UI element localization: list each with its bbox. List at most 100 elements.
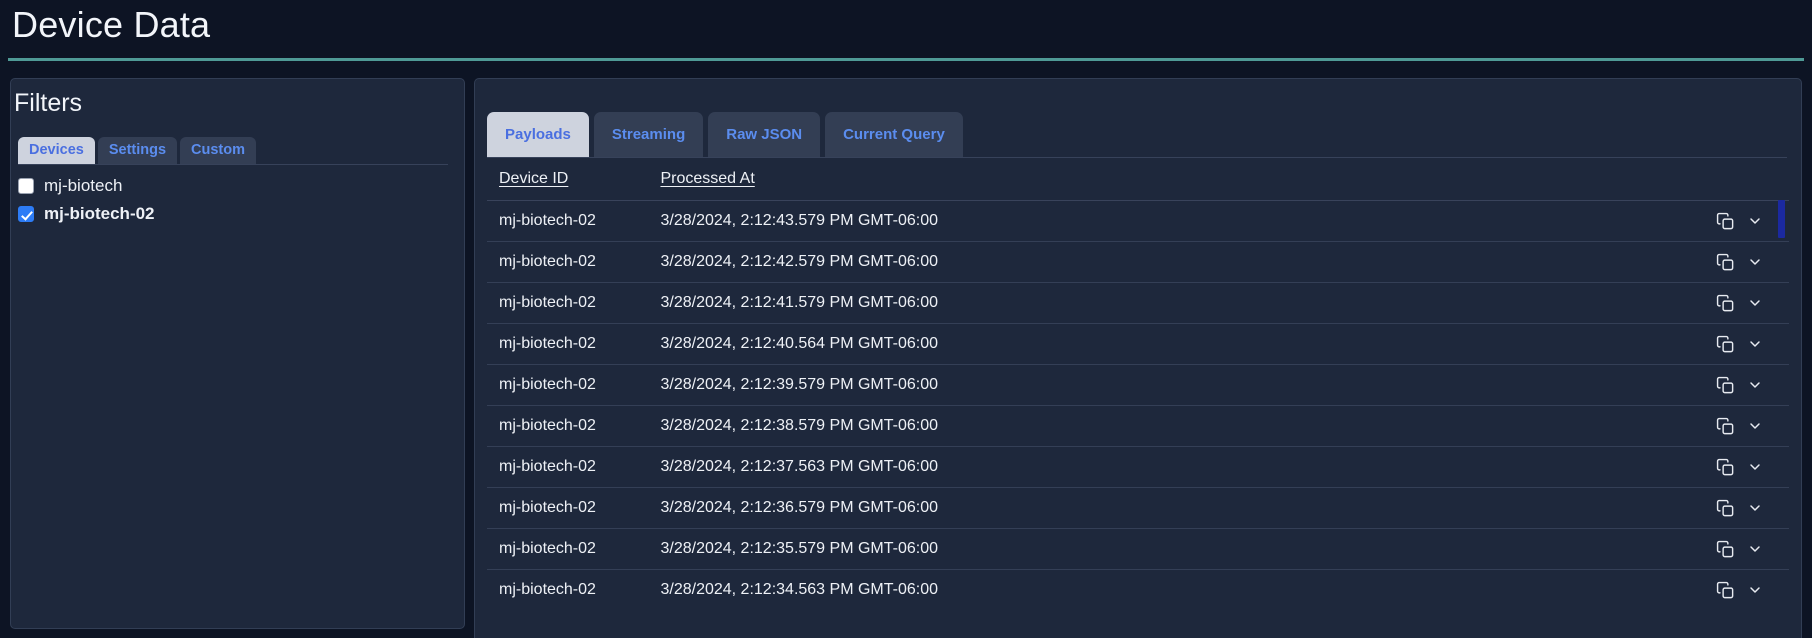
table-head: Device ID Processed At bbox=[487, 160, 1789, 201]
cell-row-actions bbox=[1556, 528, 1789, 570]
cell-processed-at: 3/28/2024, 2:12:43.579 PM GMT-06:00 bbox=[648, 200, 1557, 242]
cell-processed-at: 3/28/2024, 2:12:37.563 PM GMT-06:00 bbox=[648, 446, 1557, 488]
cell-row-actions bbox=[1556, 569, 1789, 600]
device-filter-checkbox[interactable] bbox=[18, 206, 34, 222]
cell-row-actions bbox=[1556, 405, 1789, 447]
chevron-down-icon[interactable] bbox=[1747, 336, 1763, 352]
row-actions bbox=[1569, 253, 1789, 272]
table-row[interactable]: mj-biotech-02 3/28/2024, 2:12:40.564 PM G… bbox=[487, 323, 1789, 365]
table-row[interactable]: mj-biotech-02 3/28/2024, 2:12:39.579 PM G… bbox=[487, 364, 1789, 406]
row-actions bbox=[1569, 581, 1789, 600]
cell-device-id: mj-biotech-02 bbox=[487, 200, 649, 242]
copy-icon[interactable] bbox=[1716, 417, 1735, 436]
cell-processed-at: 3/28/2024, 2:12:35.579 PM GMT-06:00 bbox=[648, 528, 1557, 570]
copy-icon[interactable] bbox=[1716, 294, 1735, 313]
cell-processed-at: 3/28/2024, 2:12:34.563 PM GMT-06:00 bbox=[648, 569, 1557, 600]
tab-settings[interactable]: Settings bbox=[97, 137, 178, 164]
table-row[interactable]: mj-biotech-02 3/28/2024, 2:12:41.579 PM G… bbox=[487, 282, 1789, 324]
column-header-device-id: Device ID bbox=[487, 160, 648, 201]
row-actions bbox=[1569, 376, 1789, 395]
cell-row-actions bbox=[1556, 282, 1789, 324]
tab-devices[interactable]: Devices bbox=[18, 137, 95, 164]
table-header-row: Device ID Processed At bbox=[487, 160, 1789, 201]
cell-row-actions bbox=[1556, 323, 1789, 365]
cell-device-id: mj-biotech-02 bbox=[487, 487, 649, 529]
page-header: Device Data bbox=[0, 0, 1812, 62]
row-actions bbox=[1569, 417, 1789, 436]
chevron-down-icon[interactable] bbox=[1747, 295, 1763, 311]
cell-device-id: mj-biotech-02 bbox=[487, 323, 649, 365]
copy-icon[interactable] bbox=[1716, 212, 1735, 231]
table-row[interactable]: mj-biotech-02 3/28/2024, 2:12:37.563 PM G… bbox=[487, 446, 1789, 488]
header-accent-rule bbox=[8, 58, 1804, 61]
tab-streaming[interactable]: Streaming bbox=[593, 112, 704, 157]
row-actions bbox=[1569, 458, 1789, 477]
tab-payloads[interactable]: Payloads bbox=[487, 112, 589, 157]
cell-processed-at: 3/28/2024, 2:12:39.579 PM GMT-06:00 bbox=[648, 364, 1557, 406]
cell-device-id: mj-biotech-02 bbox=[487, 446, 649, 488]
row-actions bbox=[1569, 540, 1789, 559]
cell-row-actions bbox=[1556, 200, 1789, 242]
tab-custom[interactable]: Custom bbox=[180, 137, 257, 164]
cell-row-actions bbox=[1556, 446, 1789, 488]
column-header-processed-at: Processed At bbox=[648, 160, 1556, 201]
sort-by-processed-at[interactable]: Processed At bbox=[660, 170, 754, 187]
cell-processed-at: 3/28/2024, 2:12:36.579 PM GMT-06:00 bbox=[648, 487, 1557, 529]
cell-row-actions bbox=[1556, 364, 1789, 406]
device-filter-list: mj-biotech mj-biotech-02 bbox=[18, 172, 438, 228]
device-filter-checkbox[interactable] bbox=[18, 178, 34, 194]
table-scrollbar-thumb[interactable] bbox=[1778, 200, 1785, 238]
table-body: mj-biotech-02 3/28/2024, 2:12:43.579 PM G… bbox=[487, 200, 1789, 600]
cell-device-id: mj-biotech-02 bbox=[487, 241, 649, 283]
copy-icon[interactable] bbox=[1716, 458, 1735, 477]
table-row[interactable]: mj-biotech-02 3/28/2024, 2:12:34.563 PM G… bbox=[487, 569, 1789, 600]
filters-tabstrip: Devices Settings Custom bbox=[18, 133, 448, 165]
data-panel-tabstrip: Payloads Streaming Raw JSON Current Query bbox=[487, 108, 1787, 158]
chevron-down-icon[interactable] bbox=[1747, 418, 1763, 434]
column-header-actions bbox=[1557, 160, 1789, 201]
table-row[interactable]: mj-biotech-02 3/28/2024, 2:12:36.579 PM G… bbox=[487, 487, 1789, 529]
copy-icon[interactable] bbox=[1716, 581, 1735, 600]
table-row[interactable]: mj-biotech-02 3/28/2024, 2:12:42.579 PM G… bbox=[487, 241, 1789, 283]
cell-device-id: mj-biotech-02 bbox=[487, 528, 649, 570]
chevron-down-icon[interactable] bbox=[1747, 377, 1763, 393]
chevron-down-icon[interactable] bbox=[1747, 459, 1763, 475]
chevron-down-icon[interactable] bbox=[1747, 213, 1763, 229]
device-filter-item[interactable]: mj-biotech bbox=[18, 172, 438, 200]
cell-row-actions bbox=[1556, 487, 1789, 529]
payload-table-container: Device ID Processed At mj-biotech-02 3/28… bbox=[487, 160, 1789, 600]
copy-icon[interactable] bbox=[1716, 540, 1735, 559]
cell-processed-at: 3/28/2024, 2:12:38.579 PM GMT-06:00 bbox=[648, 405, 1557, 447]
copy-icon[interactable] bbox=[1716, 335, 1735, 354]
device-filter-label: mj-biotech bbox=[44, 176, 123, 195]
cell-processed-at: 3/28/2024, 2:12:40.564 PM GMT-06:00 bbox=[648, 323, 1557, 365]
cell-device-id: mj-biotech-02 bbox=[487, 364, 649, 406]
copy-icon[interactable] bbox=[1716, 499, 1735, 518]
cell-device-id: mj-biotech-02 bbox=[487, 569, 649, 600]
row-actions bbox=[1569, 294, 1789, 313]
chevron-down-icon[interactable] bbox=[1747, 541, 1763, 557]
row-actions bbox=[1569, 499, 1789, 518]
cell-device-id: mj-biotech-02 bbox=[487, 282, 649, 324]
page-title: Device Data bbox=[12, 4, 211, 45]
tab-raw-json[interactable]: Raw JSON bbox=[708, 112, 821, 157]
filters-heading: Filters bbox=[14, 89, 83, 117]
copy-icon[interactable] bbox=[1716, 253, 1735, 272]
row-actions bbox=[1569, 335, 1789, 354]
chevron-down-icon[interactable] bbox=[1747, 254, 1763, 270]
sort-by-device-id[interactable]: Device ID bbox=[499, 170, 568, 187]
tab-current-query[interactable]: Current Query bbox=[825, 112, 963, 157]
cell-device-id: mj-biotech-02 bbox=[487, 405, 649, 447]
payload-table: Device ID Processed At mj-biotech-02 3/28… bbox=[487, 160, 1789, 600]
table-scrollbar-track[interactable] bbox=[1788, 178, 1802, 638]
cell-processed-at: 3/28/2024, 2:12:41.579 PM GMT-06:00 bbox=[648, 282, 1557, 324]
copy-icon[interactable] bbox=[1716, 376, 1735, 395]
device-filter-item[interactable]: mj-biotech-02 bbox=[18, 200, 438, 228]
table-row[interactable]: mj-biotech-02 3/28/2024, 2:12:38.579 PM G… bbox=[487, 405, 1789, 447]
cell-processed-at: 3/28/2024, 2:12:42.579 PM GMT-06:00 bbox=[648, 241, 1557, 283]
cell-row-actions bbox=[1556, 241, 1789, 283]
chevron-down-icon[interactable] bbox=[1747, 500, 1763, 516]
table-row[interactable]: mj-biotech-02 3/28/2024, 2:12:35.579 PM G… bbox=[487, 528, 1789, 570]
chevron-down-icon[interactable] bbox=[1747, 582, 1763, 598]
table-row[interactable]: mj-biotech-02 3/28/2024, 2:12:43.579 PM G… bbox=[487, 200, 1789, 242]
